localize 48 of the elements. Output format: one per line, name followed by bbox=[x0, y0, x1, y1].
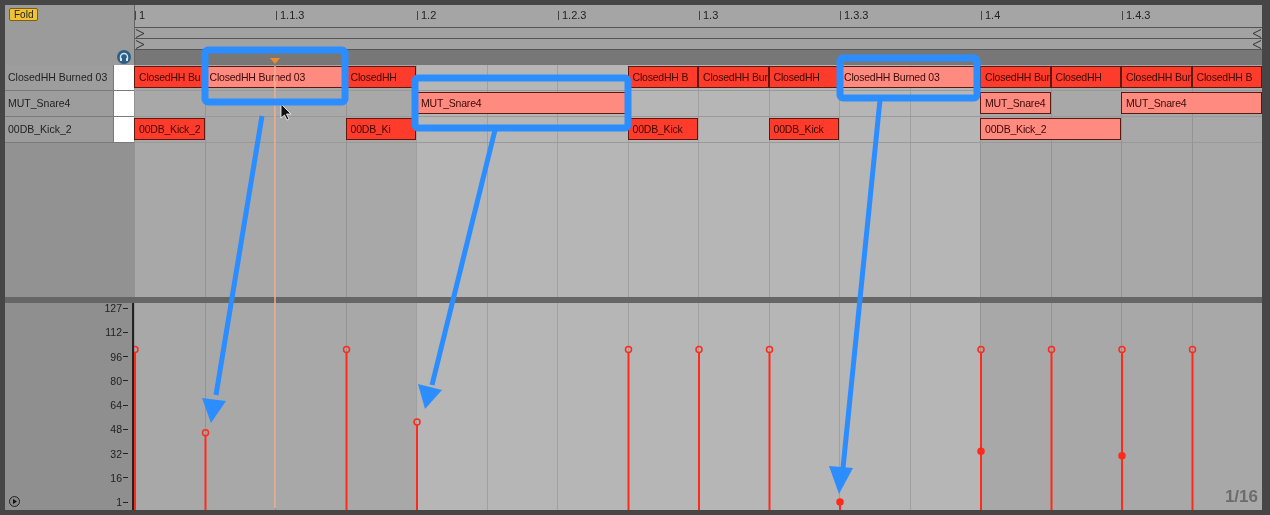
midi-note[interactable]: 00DB_Kick_2 bbox=[134, 118, 205, 140]
midi-note[interactable]: 00DB_Ki bbox=[345, 118, 416, 140]
midi-note[interactable]: ClosedHH Bur bbox=[1121, 66, 1192, 88]
track-name[interactable]: 00DB_Kick_2 bbox=[5, 117, 113, 142]
midi-note[interactable]: MUT_Snare4 bbox=[416, 92, 628, 114]
bar-beat-label: 1.2 bbox=[417, 11, 437, 20]
bar-beat-label: 1.3.3 bbox=[840, 11, 869, 20]
midi-note[interactable]: ClosedHH bbox=[1050, 66, 1121, 88]
velocity-tick-label: 127 bbox=[104, 301, 128, 315]
headphones-icon[interactable] bbox=[117, 50, 131, 64]
bar-beat-label: 1.2.3 bbox=[558, 11, 587, 20]
velocity-tick-label: 1 bbox=[116, 495, 128, 509]
velocity-tick-label: 64 bbox=[110, 398, 128, 412]
midi-note[interactable]: ClosedHH Bur bbox=[698, 66, 769, 88]
midi-note[interactable]: ClosedHH Bur bbox=[980, 66, 1051, 88]
pad-key[interactable] bbox=[113, 65, 134, 90]
velocity-stem[interactable] bbox=[201, 428, 210, 510]
midi-note[interactable]: 00DB_Kick bbox=[768, 118, 839, 140]
velocity-stem[interactable] bbox=[413, 418, 421, 510]
midi-note[interactable]: ClosedHH B bbox=[1191, 66, 1262, 88]
velocity-stem[interactable] bbox=[1118, 345, 1126, 510]
velocity-stem[interactable] bbox=[695, 345, 703, 510]
pad-key[interactable] bbox=[113, 117, 134, 142]
play-icon[interactable] bbox=[9, 496, 20, 507]
pad-key[interactable] bbox=[113, 91, 134, 116]
bar-beat-label: 1.4 bbox=[981, 11, 1001, 20]
midi-note[interactable]: MUT_Snare4 bbox=[1121, 92, 1262, 114]
mouse-cursor-icon bbox=[280, 103, 292, 121]
midi-note[interactable]: ClosedHH Bu bbox=[134, 66, 205, 88]
bar-beat-label: 1 bbox=[135, 11, 146, 20]
bar-beat-label: 1.4.3 bbox=[1122, 11, 1151, 20]
midi-note[interactable]: ClosedHH bbox=[768, 66, 839, 88]
velocity-stem[interactable] bbox=[342, 345, 351, 510]
velocity-stem[interactable] bbox=[765, 345, 774, 510]
velocity-stem[interactable] bbox=[977, 345, 985, 510]
velocity-stem[interactable] bbox=[1047, 345, 1056, 510]
midi-note[interactable]: MUT_Snare4 bbox=[980, 92, 1051, 114]
velocity-stem[interactable] bbox=[1188, 345, 1197, 510]
bar-beat-label: 1.1.3 bbox=[276, 11, 305, 20]
track-name[interactable]: MUT_Snare4 bbox=[5, 91, 113, 116]
midi-note[interactable]: 00DB_Kick bbox=[627, 118, 698, 140]
midi-note[interactable]: ClosedHH B bbox=[627, 66, 698, 88]
fold-button[interactable]: Fold bbox=[9, 8, 39, 21]
midi-note[interactable]: 00DB_Kick_2 bbox=[980, 118, 1121, 140]
velocity-stem[interactable] bbox=[134, 345, 139, 510]
bar-beat-label: 1.3 bbox=[699, 11, 719, 20]
velocity-stem[interactable] bbox=[624, 345, 633, 510]
velocity-stem[interactable] bbox=[836, 498, 844, 510]
